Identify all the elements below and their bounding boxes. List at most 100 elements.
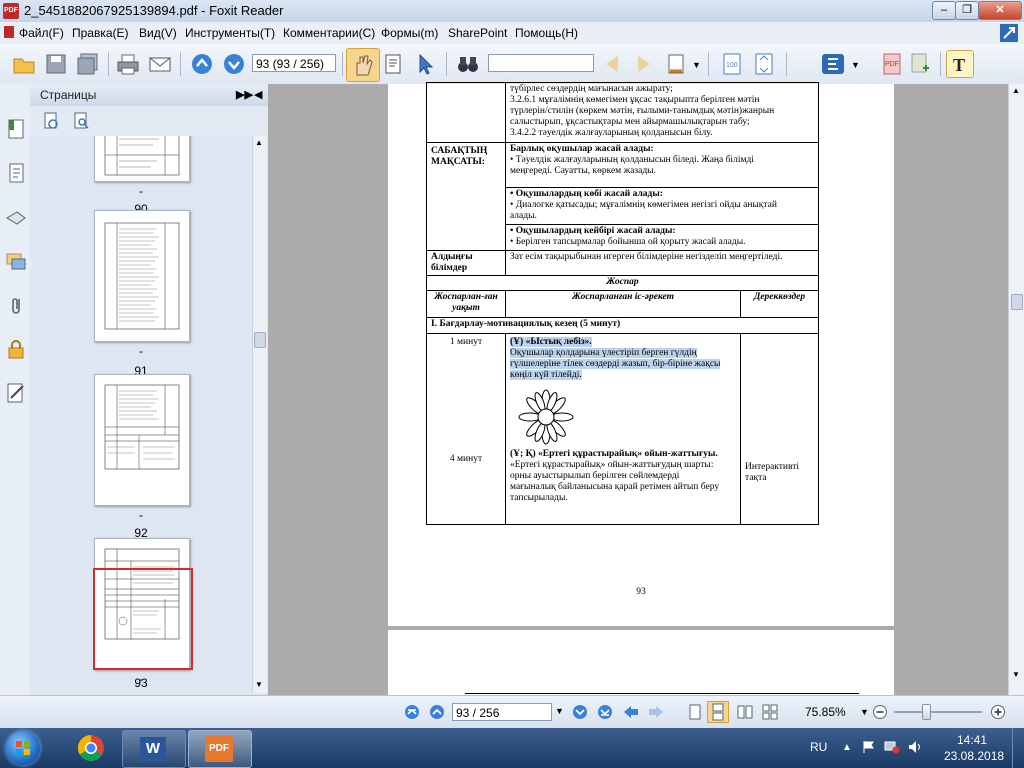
facing-pages-icon[interactable] bbox=[737, 704, 753, 720]
next-page-icon[interactable] bbox=[572, 704, 588, 720]
document-scrollbar[interactable]: ▲ ▼ bbox=[1008, 84, 1024, 695]
print-icon[interactable] bbox=[116, 52, 140, 76]
menu-view[interactable]: Вид(V) bbox=[139, 26, 177, 40]
menu-forms[interactable]: Формы(m) bbox=[381, 26, 438, 40]
zoom-dropdown-arrow-icon[interactable]: ▼ bbox=[860, 707, 869, 717]
clock-date[interactable]: 23.08.2018 bbox=[944, 749, 1004, 763]
logo-dropdown-arrow-icon[interactable]: ▼ bbox=[851, 60, 860, 70]
start-button[interactable] bbox=[6, 731, 40, 765]
forward-arrow-icon[interactable] bbox=[647, 704, 665, 720]
save-all-icon[interactable] bbox=[76, 52, 100, 76]
menu-help[interactable]: Помощь(H) bbox=[515, 26, 578, 40]
attachments-icon[interactable] bbox=[5, 294, 27, 316]
next-page-icon[interactable] bbox=[222, 52, 246, 76]
thumbnail-dash: - bbox=[139, 184, 143, 198]
scroll-up-arrow-icon[interactable]: ▲ bbox=[1012, 86, 1020, 95]
continuous-facing-icon[interactable] bbox=[762, 704, 778, 720]
comments-icon[interactable] bbox=[5, 250, 27, 272]
save-icon[interactable] bbox=[44, 52, 68, 76]
page-thumbnail[interactable] bbox=[94, 136, 190, 182]
previous-page-icon[interactable] bbox=[190, 52, 214, 76]
zoom-out-icon[interactable] bbox=[872, 704, 888, 720]
page-zoom-icon[interactable] bbox=[72, 112, 90, 130]
svg-text:T: T bbox=[953, 55, 965, 75]
scroll-up-arrow-icon[interactable]: ▲ bbox=[255, 138, 263, 147]
back-arrow-icon[interactable] bbox=[622, 704, 640, 720]
signatures-icon[interactable] bbox=[5, 382, 27, 404]
create-pdf-icon[interactable]: PDF bbox=[880, 52, 904, 76]
page-dropdown-arrow-icon[interactable]: ▼ bbox=[555, 706, 564, 716]
hand-tool-icon[interactable] bbox=[346, 48, 380, 82]
layers-icon[interactable] bbox=[5, 206, 27, 228]
foxit-app-icon[interactable]: PDF bbox=[3, 3, 19, 19]
foxit-logo-icon[interactable] bbox=[820, 52, 852, 76]
goal-line: • Тәуелдік жалғауларының қолданысын біле… bbox=[510, 155, 754, 165]
menu-tools[interactable]: Инструменты(T) bbox=[185, 26, 275, 40]
scrollbar-thumb[interactable] bbox=[254, 332, 266, 348]
zoom-slider[interactable] bbox=[894, 711, 982, 713]
page-number-input[interactable]: 93 (93 / 256) bbox=[252, 54, 336, 72]
first-page-icon[interactable] bbox=[404, 704, 420, 720]
word-taskbar-button[interactable]: W bbox=[122, 730, 186, 768]
pdf-next-page[interactable] bbox=[388, 630, 894, 700]
panel-expand-icon[interactable]: ▶▶ bbox=[236, 88, 253, 101]
side-navigation-bar bbox=[0, 84, 31, 695]
find-next-icon[interactable] bbox=[632, 52, 656, 76]
network-icon[interactable] bbox=[884, 740, 900, 754]
scroll-down-arrow-icon[interactable]: ▼ bbox=[255, 680, 263, 689]
menu-app-icon[interactable] bbox=[4, 26, 14, 38]
thumbnail-scrollbar[interactable]: ▲ ▼ bbox=[252, 136, 267, 693]
minimize-button[interactable]: – bbox=[932, 1, 956, 20]
plan-title-cell: Жоспар bbox=[426, 275, 819, 291]
select-arrow-icon[interactable] bbox=[414, 52, 438, 76]
highlight-icon[interactable] bbox=[664, 52, 688, 76]
security-lock-icon[interactable] bbox=[5, 338, 27, 360]
search-input[interactable] bbox=[488, 54, 594, 72]
menu-comments[interactable]: Комментарии(C) bbox=[283, 26, 375, 40]
bookmarks-icon[interactable] bbox=[5, 118, 27, 140]
pdf-page[interactable]: түбірлес сөздердің мағынасын ажырату; 3.… bbox=[388, 82, 894, 626]
dropdown-arrow-icon[interactable]: ▼ bbox=[692, 60, 701, 70]
language-indicator[interactable]: RU bbox=[810, 740, 827, 754]
scrollbar-thumb[interactable] bbox=[1011, 294, 1023, 310]
page-thumbnail[interactable] bbox=[94, 374, 190, 506]
volume-icon[interactable] bbox=[908, 740, 924, 754]
show-desktop-button[interactable] bbox=[1012, 728, 1024, 768]
previous-page-icon[interactable] bbox=[429, 704, 445, 720]
find-previous-icon[interactable] bbox=[600, 52, 624, 76]
fit-page-icon[interactable] bbox=[752, 52, 776, 76]
actual-size-icon[interactable]: 100 bbox=[720, 52, 744, 76]
zoom-slider-thumb[interactable] bbox=[922, 704, 931, 720]
pages-icon[interactable] bbox=[5, 162, 27, 184]
add-page-icon[interactable] bbox=[908, 52, 932, 76]
menu-file[interactable]: Файл(F) bbox=[19, 26, 64, 40]
select-text-icon[interactable] bbox=[382, 52, 406, 76]
zoom-in-icon[interactable] bbox=[990, 704, 1006, 720]
action-center-flag-icon[interactable] bbox=[862, 740, 876, 754]
maximize-button[interactable]: ❐ bbox=[955, 1, 979, 20]
page-thumbnail[interactable] bbox=[94, 210, 190, 342]
zoom-level[interactable]: 75.85% bbox=[805, 705, 846, 719]
svg-text:100: 100 bbox=[726, 62, 738, 69]
tray-expand-icon[interactable]: ▲ bbox=[842, 742, 852, 753]
typewriter-icon[interactable]: T bbox=[946, 50, 974, 78]
email-icon[interactable] bbox=[148, 52, 172, 76]
scroll-down-arrow-icon[interactable]: ▼ bbox=[1012, 670, 1020, 679]
menu-edit[interactable]: Правка(E) bbox=[72, 26, 129, 40]
continuous-page-icon[interactable] bbox=[707, 701, 729, 723]
text-line: түрлерін/стилін (көркем мәтін, ғылыми-та… bbox=[510, 106, 775, 116]
clock-time[interactable]: 14:41 bbox=[957, 733, 987, 747]
open-folder-icon[interactable] bbox=[12, 52, 36, 76]
foxit-taskbar-button[interactable]: PDF bbox=[188, 730, 252, 768]
binoculars-icon[interactable] bbox=[456, 52, 480, 76]
single-page-icon[interactable] bbox=[687, 704, 703, 720]
chrome-taskbar-button[interactable] bbox=[66, 731, 116, 765]
status-page-input[interactable]: 93 / 256 bbox=[452, 703, 552, 721]
menu-sharepoint[interactable]: SharePoint bbox=[448, 26, 507, 40]
expand-icon[interactable] bbox=[999, 23, 1019, 43]
page-options-icon[interactable] bbox=[42, 112, 60, 130]
panel-collapse-icon[interactable]: ◀ bbox=[254, 88, 262, 101]
selected-page-highlight bbox=[93, 568, 193, 670]
last-page-icon[interactable] bbox=[597, 704, 613, 720]
close-button[interactable]: ✕ bbox=[978, 1, 1022, 20]
